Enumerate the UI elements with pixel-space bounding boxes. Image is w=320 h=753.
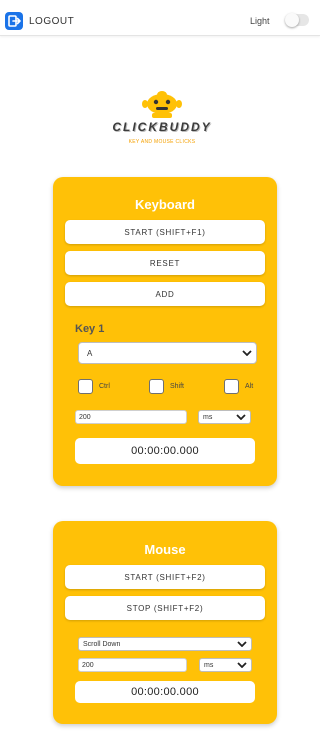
mouse-unit-value: ms xyxy=(204,661,214,669)
keyboard-card: Keyboard START (SHIFT+F1) RESET ADD Key … xyxy=(53,177,277,486)
alt-checkbox[interactable] xyxy=(224,379,239,394)
theme-label: Light xyxy=(250,16,270,26)
top-bar: LOGOUT Light xyxy=(0,0,320,36)
chevron-down-icon xyxy=(237,662,247,668)
ctrl-checkbox[interactable] xyxy=(78,379,93,394)
mouse-card: Mouse START (SHIFT+F2) STOP (SHIFT+F2) S… xyxy=(53,521,277,724)
chevron-down-icon xyxy=(236,414,246,420)
mouse-start-button[interactable]: START (SHIFT+F2) xyxy=(65,565,265,589)
keyboard-add-button[interactable]: ADD xyxy=(65,282,265,306)
key-select[interactable]: A xyxy=(78,342,257,364)
key-heading: Key 1 xyxy=(75,323,105,335)
keyboard-unit-value: ms xyxy=(203,413,213,421)
mouse-unit-select[interactable]: ms xyxy=(199,658,252,672)
logout-button[interactable]: LOGOUT xyxy=(29,16,74,27)
mouse-timer: 00:00:00.000 xyxy=(75,681,255,703)
toggle-knob xyxy=(285,13,299,27)
logo-tagline: KEY AND MOUSE CLICKS xyxy=(128,139,196,145)
logo-name: CLICKBUDDY xyxy=(112,120,212,134)
logout-icon[interactable] xyxy=(5,12,23,30)
keyboard-start-button[interactable]: START (SHIFT+F1) xyxy=(65,220,265,244)
keyboard-timer: 00:00:00.000 xyxy=(75,438,255,464)
theme-toggle[interactable] xyxy=(285,13,309,27)
mouse-stop-button[interactable]: STOP (SHIFT+F2) xyxy=(65,596,265,620)
keyboard-unit-select[interactable]: ms xyxy=(198,410,251,424)
robot-mascot-icon xyxy=(142,91,182,118)
key-select-value: A xyxy=(87,348,93,358)
shift-label: Shift xyxy=(170,383,185,390)
chevron-down-icon xyxy=(242,350,252,356)
keyboard-title: Keyboard xyxy=(135,197,195,212)
modifier-row: Ctrl Shift Alt xyxy=(53,379,277,395)
mouse-interval-input[interactable]: 200 xyxy=(78,658,187,672)
mouse-action-value: Scroll Down xyxy=(83,640,121,648)
shift-checkbox[interactable] xyxy=(149,379,164,394)
ctrl-label: Ctrl xyxy=(99,383,110,390)
app-logo: CLICKBUDDY KEY AND MOUSE CLICKS xyxy=(100,82,224,152)
mouse-action-select[interactable]: Scroll Down xyxy=(78,637,252,651)
keyboard-reset-button[interactable]: RESET xyxy=(65,251,265,275)
keyboard-interval-input[interactable]: 200 xyxy=(75,410,187,424)
mouse-title: Mouse xyxy=(144,542,186,557)
chevron-down-icon xyxy=(237,641,247,647)
alt-label: Alt xyxy=(245,383,254,390)
